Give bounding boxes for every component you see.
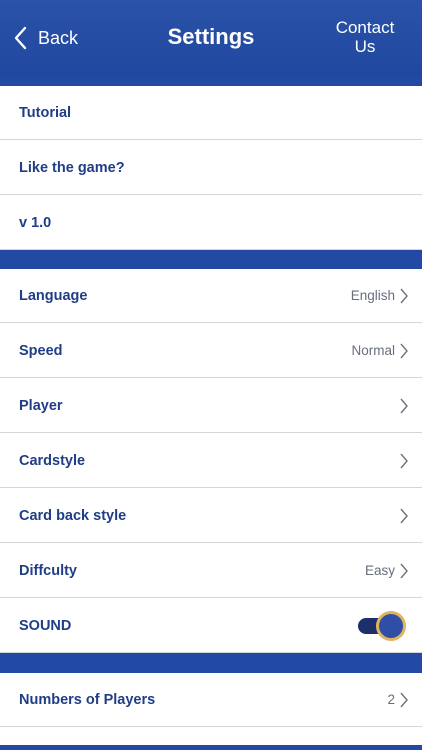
row-value: 2 <box>387 692 395 707</box>
chevron-right-icon <box>400 692 408 707</box>
row-label: Speed <box>19 342 63 359</box>
row-tutorial[interactable]: Tutorial <box>0 86 422 140</box>
chevron-right-icon <box>400 563 408 578</box>
row-label: Diffculty <box>19 562 77 579</box>
row-difficulty[interactable]: Diffculty Easy <box>0 544 422 598</box>
section-divider <box>0 653 422 673</box>
row-value: Normal <box>351 343 395 358</box>
row-cardstyle[interactable]: Cardstyle <box>0 434 422 488</box>
sound-toggle[interactable] <box>358 609 408 643</box>
chevron-right-icon <box>400 398 408 413</box>
toggle-knob <box>376 611 406 641</box>
row-player[interactable]: Player <box>0 379 422 433</box>
row-value: English <box>350 288 395 303</box>
section-divider <box>0 76 422 86</box>
row-label: SOUND <box>19 617 72 634</box>
row-label: Player <box>19 397 63 414</box>
row-value: Easy <box>364 563 395 578</box>
settings-screen: Back Settings Contact Us Tutorial Like t… <box>0 0 422 750</box>
section-divider <box>0 250 422 269</box>
row-label: Like the game? <box>19 159 125 176</box>
row-label: Language <box>19 287 88 304</box>
contact-us-button[interactable]: Contact Us <box>330 18 400 56</box>
row-language[interactable]: Language English <box>0 269 422 323</box>
row-sound: SOUND <box>0 599 422 653</box>
row-speed[interactable]: Speed Normal <box>0 324 422 378</box>
row-card-back-style[interactable]: Card back style <box>0 489 422 543</box>
row-version: v 1.0 <box>0 196 422 250</box>
row-label: Numbers of Players <box>19 691 156 708</box>
row-label: Cardstyle <box>19 452 86 469</box>
row-numbers-of-players[interactable]: Numbers of Players 2 <box>0 673 422 727</box>
chevron-right-icon <box>400 343 408 358</box>
chevron-right-icon <box>400 288 408 303</box>
section-divider <box>0 745 422 750</box>
nav-bar: Back Settings Contact Us <box>0 0 422 76</box>
row-label: Tutorial <box>19 104 72 121</box>
row-label: Card back style <box>19 507 127 524</box>
version-label: v 1.0 <box>19 214 52 231</box>
contact-label-line2: Us <box>354 37 376 56</box>
contact-label-line1: Contact <box>335 18 395 37</box>
row-like-the-game[interactable]: Like the game? <box>0 141 422 195</box>
chevron-right-icon <box>400 453 408 468</box>
chevron-right-icon <box>400 508 408 523</box>
